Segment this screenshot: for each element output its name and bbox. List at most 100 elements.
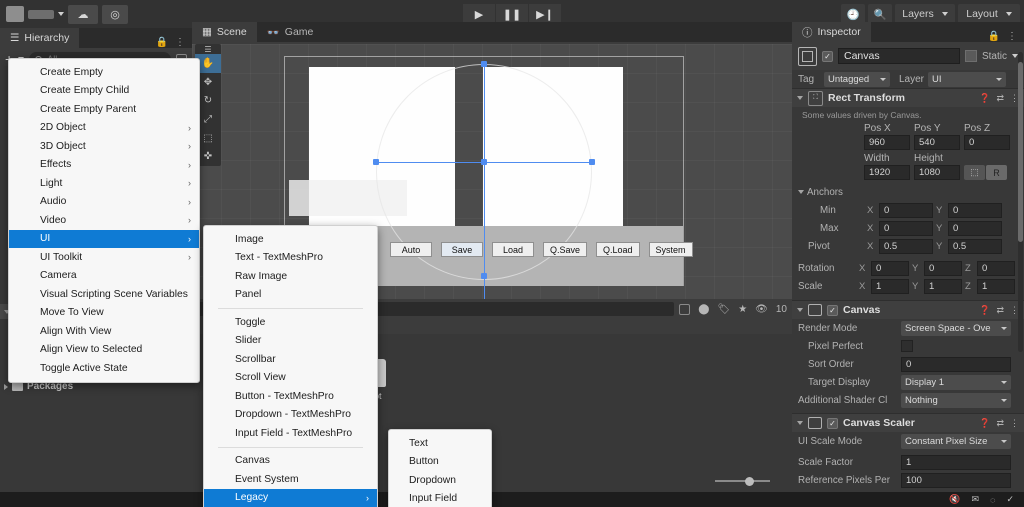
label-filter-icon[interactable]: 🏷 bbox=[718, 304, 731, 315]
ref-pixels-input[interactable]: 100 bbox=[901, 473, 1011, 488]
anchor-min-y-input[interactable]: 0 bbox=[948, 203, 1002, 218]
tab-scene[interactable]: ▦ Scene bbox=[192, 22, 257, 42]
menu-item[interactable]: Create Empty bbox=[9, 63, 199, 82]
menu-item[interactable]: Light› bbox=[9, 174, 199, 193]
menu-item[interactable]: Button - TextMeshPro bbox=[204, 387, 377, 406]
anchors-foldout[interactable]: Anchors bbox=[792, 183, 1024, 201]
ui-submenu[interactable]: ImageText - TextMeshProRaw ImagePanelTog… bbox=[203, 225, 378, 507]
menu-item[interactable]: Legacy› bbox=[204, 489, 377, 507]
scale-y-input[interactable]: 1 bbox=[924, 279, 962, 294]
menu-item[interactable]: Dropdown bbox=[389, 471, 491, 490]
menu-item[interactable]: Toggle Active State bbox=[9, 359, 199, 378]
gizmo-handle-right[interactable] bbox=[589, 159, 595, 165]
hidden-items-icon[interactable]: 👁 bbox=[755, 304, 768, 315]
scrollbar-thumb[interactable] bbox=[1018, 62, 1023, 242]
mute-audio-icon[interactable]: 🔇 bbox=[949, 494, 960, 505]
thumbnail-size-slider[interactable] bbox=[715, 476, 770, 486]
pos-y-input[interactable]: 540 bbox=[914, 135, 960, 150]
menu-item[interactable]: Dropdown - TextMeshPro bbox=[204, 406, 377, 425]
package-filter-icon[interactable]: ⬤ bbox=[698, 304, 709, 315]
foldout-arrow-icon[interactable] bbox=[797, 96, 803, 100]
account-name-chip[interactable] bbox=[28, 10, 54, 19]
quickload-button[interactable]: Q.Load bbox=[596, 242, 640, 257]
component-header-canvas-scaler[interactable]: ✓ Canvas Scaler ❓ ⇄ ⋮ bbox=[792, 413, 1024, 432]
menu-item[interactable]: Camera bbox=[9, 267, 199, 286]
raw-edit-mode-button[interactable]: R bbox=[986, 165, 1007, 180]
ui-scale-mode-dropdown[interactable]: Constant Pixel Size bbox=[901, 434, 1011, 449]
step-button[interactable]: ▶❙ bbox=[529, 4, 561, 24]
menu-item[interactable]: Text - TextMeshPro bbox=[204, 249, 377, 268]
slider-knob[interactable] bbox=[745, 477, 754, 486]
menu-item[interactable]: Scroll View bbox=[204, 369, 377, 388]
render-mode-dropdown[interactable]: Screen Space - Ove bbox=[901, 321, 1011, 336]
inspector-scrollbar[interactable] bbox=[1018, 52, 1023, 352]
sort-order-input[interactable]: 0 bbox=[901, 357, 1011, 372]
no-gizmo-icon[interactable]: ◌ bbox=[990, 495, 995, 505]
preset-icon[interactable]: ⇄ bbox=[996, 305, 1004, 316]
menu-item[interactable]: Button bbox=[389, 453, 491, 472]
menu-item[interactable]: Input Field bbox=[389, 490, 491, 507]
rot-y-input[interactable]: 0 bbox=[924, 261, 962, 276]
menu-item[interactable]: Toggle bbox=[204, 313, 377, 332]
lock-icon[interactable]: 🔒 bbox=[988, 31, 1000, 42]
pivot-y-input[interactable]: 0.5 bbox=[948, 239, 1002, 254]
foldout-arrow-icon[interactable] bbox=[797, 308, 803, 312]
anchor-max-y-input[interactable]: 0 bbox=[948, 221, 1002, 236]
system-button[interactable]: System bbox=[649, 242, 693, 257]
anchor-max-x-input[interactable]: 0 bbox=[879, 221, 933, 236]
menu-item[interactable]: Slider bbox=[204, 332, 377, 351]
preset-icon[interactable]: ⇄ bbox=[996, 93, 1004, 104]
preset-icon[interactable]: ⇄ bbox=[996, 418, 1004, 429]
menu-item[interactable]: Input Field - TextMeshPro bbox=[204, 424, 377, 443]
gameobject-name-input[interactable]: Canvas bbox=[838, 48, 960, 64]
menu-item[interactable]: Text bbox=[389, 434, 491, 453]
gizmo-handle-top[interactable] bbox=[481, 61, 487, 67]
menu-item[interactable]: Canvas bbox=[204, 452, 377, 471]
scale-factor-input[interactable]: 1 bbox=[901, 455, 1011, 470]
layer-dropdown[interactable]: UI bbox=[928, 72, 1006, 87]
menu-item[interactable]: Create Empty Parent bbox=[9, 100, 199, 119]
services-button[interactable]: ◎ bbox=[102, 5, 128, 24]
canvas-enabled-checkbox[interactable]: ✓ bbox=[827, 305, 838, 316]
target-display-dropdown[interactable]: Display 1 bbox=[901, 375, 1011, 390]
help-icon[interactable]: ❓ bbox=[979, 305, 990, 316]
shader-channels-dropdown[interactable]: Nothing bbox=[901, 393, 1011, 408]
gameobject-enabled-checkbox[interactable]: ✓ bbox=[822, 51, 833, 62]
tab-hierarchy[interactable]: ☰ Hierarchy bbox=[0, 28, 79, 48]
check-circle-icon[interactable]: ✓ bbox=[1006, 494, 1014, 505]
menu-item[interactable]: 3D Object› bbox=[9, 137, 199, 156]
menu-item[interactable]: Audio› bbox=[9, 193, 199, 212]
favorites-icon[interactable]: ★ bbox=[738, 304, 747, 315]
menu-item[interactable]: Panel bbox=[204, 286, 377, 305]
rot-z-input[interactable]: 0 bbox=[977, 261, 1015, 276]
save-search-icon[interactable] bbox=[679, 304, 690, 315]
pause-button[interactable]: ❚❚ bbox=[496, 4, 528, 24]
canvas-scaler-enabled-checkbox[interactable]: ✓ bbox=[827, 418, 838, 429]
quicksave-button[interactable]: Q.Save bbox=[543, 242, 587, 257]
account-avatar[interactable] bbox=[6, 6, 24, 22]
menu-item[interactable]: Align With View bbox=[9, 322, 199, 341]
height-input[interactable]: 1080 bbox=[914, 165, 960, 180]
collab-icon[interactable]: ✉ bbox=[972, 494, 980, 505]
pos-z-input[interactable]: 0 bbox=[964, 135, 1010, 150]
create-context-menu[interactable]: Create EmptyCreate Empty ChildCreate Emp… bbox=[8, 58, 200, 383]
tab-game[interactable]: 👓 Game bbox=[257, 22, 324, 42]
tab-inspector[interactable]: ⓘ Inspector bbox=[792, 22, 871, 42]
menu-item[interactable]: Move To View bbox=[9, 304, 199, 323]
gizmo-handle-left[interactable] bbox=[373, 159, 379, 165]
menu-item[interactable]: Visual Scripting Scene Variables bbox=[9, 285, 199, 304]
menu-item[interactable]: Video› bbox=[9, 211, 199, 230]
rot-x-input[interactable]: 0 bbox=[871, 261, 909, 276]
menu-item[interactable]: Image bbox=[204, 230, 377, 249]
gizmo-handle-bottom[interactable] bbox=[481, 273, 487, 279]
menu-item[interactable]: Create Empty Child bbox=[9, 82, 199, 101]
help-icon[interactable]: ❓ bbox=[979, 93, 990, 104]
legacy-submenu[interactable]: TextButtonDropdownInput Field bbox=[388, 429, 492, 507]
lock-icon[interactable]: 🔒 bbox=[156, 37, 168, 48]
pixel-perfect-checkbox[interactable] bbox=[901, 340, 913, 352]
history-icon[interactable]: 🕘 bbox=[841, 4, 865, 24]
tag-dropdown[interactable]: Untagged bbox=[824, 72, 890, 87]
pivot-x-input[interactable]: 0.5 bbox=[879, 239, 933, 254]
scale-x-input[interactable]: 1 bbox=[871, 279, 909, 294]
foldout-arrow-icon[interactable] bbox=[797, 421, 803, 425]
